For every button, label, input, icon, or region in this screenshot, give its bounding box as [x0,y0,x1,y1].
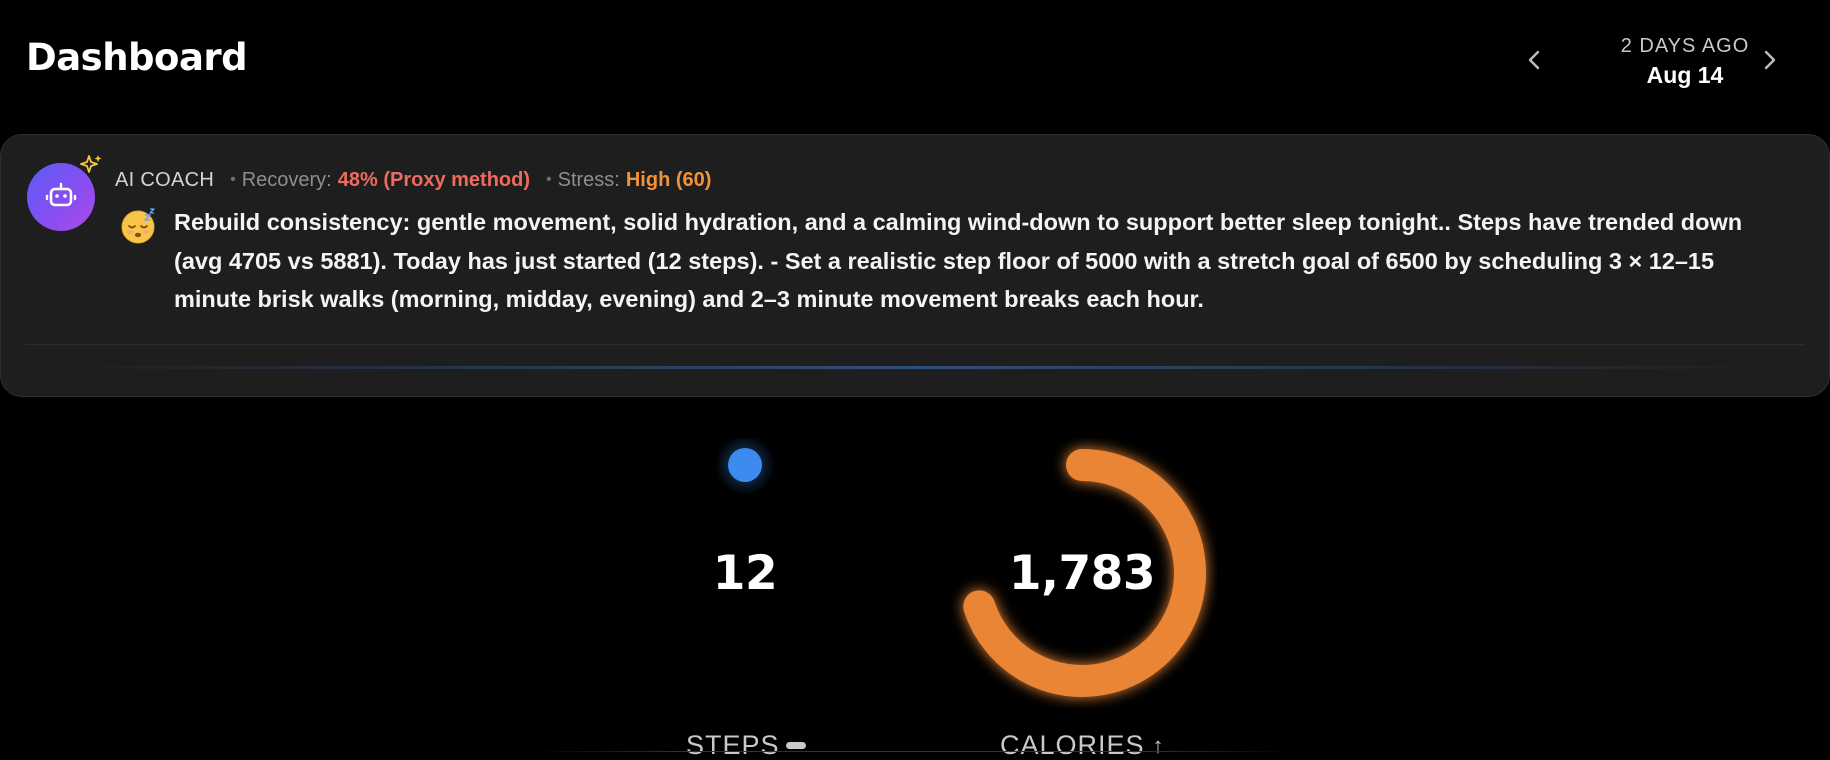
stress-label: Stress: [557,168,620,191]
sleepy-face-emoji-icon [121,208,155,244]
coach-message: Rebuild consistency: gentle movement, so… [174,209,1743,312]
dashboard-page: Dashboard 2 DAYS AGO Aug 14 AI COACH • R… [0,0,1830,760]
sparkle-icon [80,155,102,173]
calories-ring[interactable]: 1,783 [947,438,1217,708]
calories-value: 1,783 [1008,546,1156,601]
chevron-right-icon [1764,50,1776,70]
page-title: Dashboard [26,36,248,79]
chevron-left-icon [1528,50,1540,70]
coach-meta-row: AI COACH • Recovery: 48% (Proxy method) … [115,165,711,195]
previous-day-button[interactable] [1516,42,1552,78]
ai-coach-card[interactable]: AI COACH • Recovery: 48% (Proxy method) … [0,134,1830,397]
trend-up-icon: ↑ [1152,732,1165,758]
separator-dot: • [546,171,552,188]
robot-icon [45,182,77,207]
recovery-value: 48% (Proxy method) [337,168,530,191]
date-navigator: 2 DAYS AGO Aug 14 [1450,28,1830,98]
separator-dot: • [230,171,236,188]
stress-value: High (60) [625,168,712,191]
trend-flat-icon [785,742,806,749]
steps-progress-dot [728,448,762,482]
calories-label: CALORIES [1000,730,1145,760]
steps-value: 12 [712,546,778,601]
metrics-divider [534,751,1294,752]
card-glow-bar [61,366,1769,369]
calories-label-row: CALORIES ↑ [1000,730,1165,760]
steps-label: STEPS [686,730,780,760]
steps-label-row: STEPS [686,730,806,760]
next-day-button[interactable] [1752,42,1788,78]
steps-ring[interactable]: 12 [610,438,880,708]
card-divider [25,344,1805,345]
recovery-label: Recovery: [241,168,332,191]
coach-label: AI COACH [115,168,215,191]
